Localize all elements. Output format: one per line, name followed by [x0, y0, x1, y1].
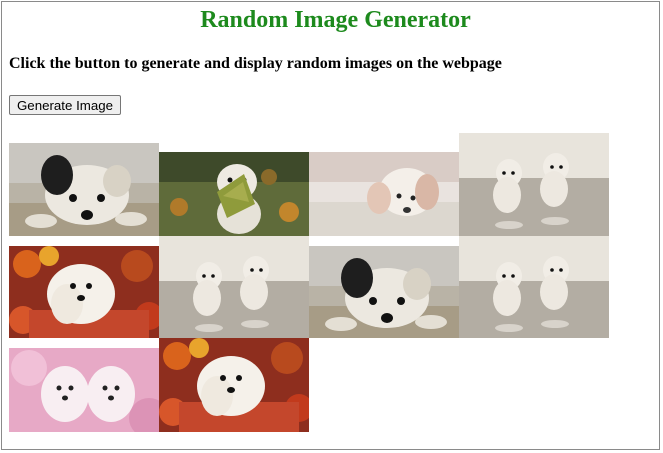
page-subtitle: Click the button to generate and display…: [9, 55, 502, 72]
puppy-image: [159, 152, 309, 236]
puppy-image: [159, 236, 309, 338]
puppy-image: [309, 152, 459, 236]
generated-image-1: [9, 143, 159, 236]
generated-image-3: [309, 152, 459, 236]
puppy-image: [9, 246, 159, 338]
generated-image-6: [159, 236, 309, 338]
generated-image-2: [159, 152, 309, 236]
generated-image-4: [459, 133, 609, 236]
generated-image-9: [9, 348, 159, 432]
generated-image-8: [459, 236, 609, 338]
puppy-image: [9, 143, 159, 236]
puppy-image: [309, 246, 459, 338]
puppy-image: [459, 133, 609, 236]
generated-image-10: [159, 338, 309, 432]
generate-image-button[interactable]: Generate Image: [9, 95, 121, 115]
puppy-image: [159, 338, 309, 432]
page-title: Random Image Generator: [200, 7, 471, 33]
puppy-image: [9, 348, 159, 432]
puppy-image: [459, 236, 609, 338]
generated-image-7: [309, 246, 459, 338]
generated-image-5: [9, 246, 159, 338]
